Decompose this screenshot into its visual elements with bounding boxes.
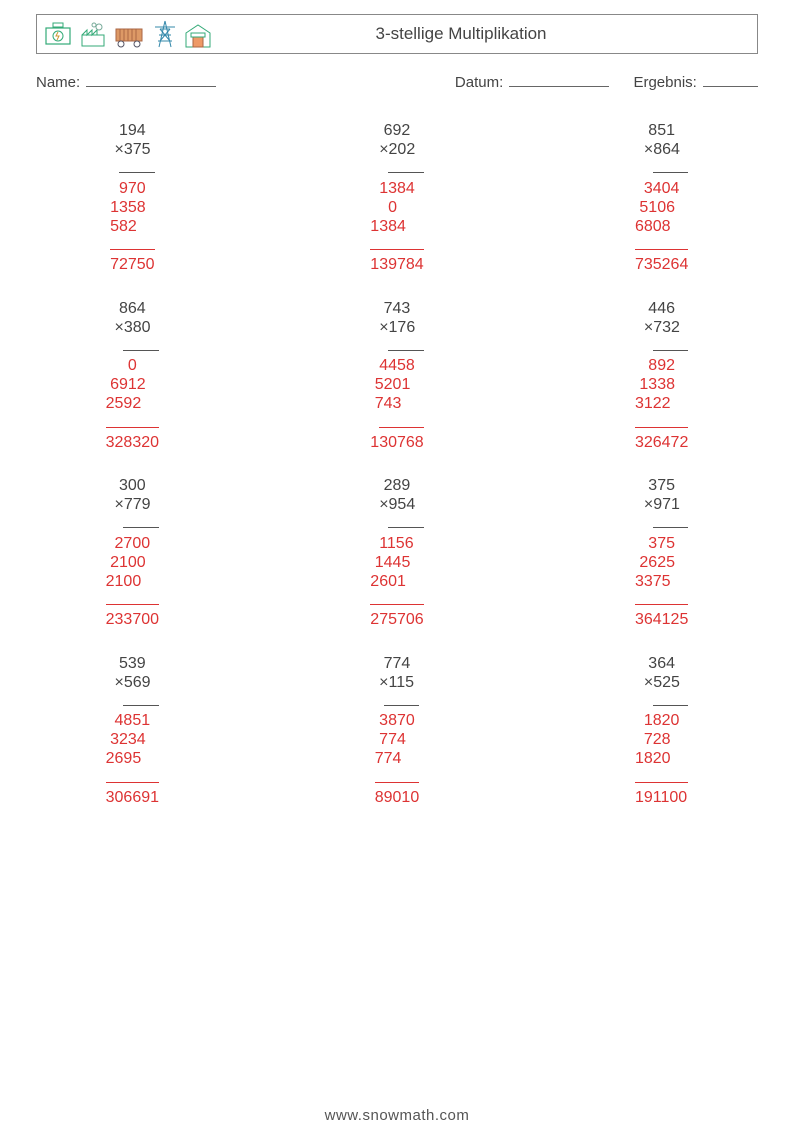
problem-grid: 194 ×375 9701358 582 72750 692 ×202 1384…	[0, 121, 794, 807]
problem: 743 ×176 4458 5201 743 130768	[265, 299, 530, 453]
problem: 774 ×115 3870 774 774 89010	[265, 654, 530, 808]
date-blank	[509, 86, 609, 87]
problem: 194 ×375 9701358 582 72750	[0, 121, 265, 275]
date-label: Datum:	[455, 74, 503, 91]
problem: 864 ×380 0 6912 2592 328320	[0, 299, 265, 453]
result-blank	[703, 86, 758, 87]
name-blank	[86, 86, 216, 87]
problem: 539 ×569 4851 3234 2695 306691	[0, 654, 265, 808]
footer: www.snowmath.com	[0, 1107, 794, 1124]
factory-icon	[79, 21, 107, 49]
transmission-tower-icon	[153, 19, 177, 49]
warehouse-icon	[183, 21, 213, 49]
problem: 446 ×732 892 1338 3122 326472	[529, 299, 794, 453]
header-bar: 3-stellige Multiplikation	[36, 14, 758, 54]
problem: 289 ×954 1156 1445 2601 275706	[265, 476, 530, 630]
meta-row: Name: Datum: Ergebnis:	[36, 74, 758, 91]
problem: 300 ×779 2700 2100 2100 233700	[0, 476, 265, 630]
problem: 692 ×202 1384 0 1384 139784	[265, 121, 530, 275]
energy-box-icon	[43, 21, 73, 49]
problem: 375 ×971 375 2625 3375 364125	[529, 476, 794, 630]
result-label: Ergebnis:	[633, 74, 696, 91]
worksheet-title: 3-stellige Multiplikation	[213, 24, 709, 44]
problem: 364 ×525 1820 728 1820 191100	[529, 654, 794, 808]
problem: 851 ×864 3404 5106 6808 735264	[529, 121, 794, 275]
icon-strip	[43, 19, 213, 49]
name-label: Name:	[36, 74, 80, 91]
container-truck-icon	[113, 21, 147, 49]
footer-url: www.snowmath.com	[325, 1107, 470, 1124]
